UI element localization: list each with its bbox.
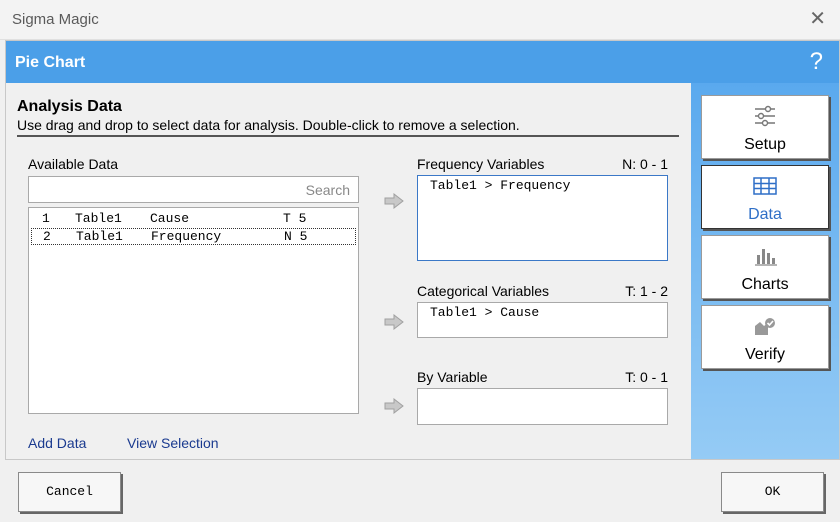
nav-setup-label: Setup (744, 136, 786, 153)
section-title: Analysis Data (17, 98, 122, 115)
dialog-title: Pie Chart (15, 54, 86, 71)
item-table: Table1 (75, 211, 122, 226)
item-name: Cause (150, 211, 190, 226)
nav-data-button[interactable]: Data (701, 165, 829, 229)
frequency-variables-box[interactable]: Table1 > Frequency (417, 175, 668, 261)
item-index: 1 (42, 211, 50, 226)
dialog-frame: Pie Chart ? Analysis Data Use drag and d… (5, 40, 840, 460)
by-variable-limit: T: 0 - 1 (625, 369, 668, 385)
list-item[interactable]: 1 Table1 Cause T 5 (31, 211, 356, 228)
nav-data-label: Data (748, 206, 782, 223)
item-type: T 5 (283, 211, 307, 226)
by-variable-box[interactable] (417, 388, 668, 425)
frequency-label: Frequency Variables (417, 156, 545, 172)
sidebar: Setup Data Charts Verify (691, 83, 839, 459)
by-variable-label: By Variable (417, 369, 488, 385)
item-table: Table1 (76, 229, 123, 244)
ok-button[interactable]: OK (721, 472, 824, 512)
categorical-limit: T: 1 - 2 (625, 283, 668, 299)
categorical-label: Categorical Variables (417, 283, 550, 299)
available-data-label: Available Data (28, 156, 119, 172)
section-divider (17, 135, 679, 137)
window-title: Sigma Magic (12, 11, 99, 28)
search-input[interactable]: Search (28, 176, 359, 203)
main-panel: Analysis Data Use drag and drop to selec… (6, 83, 691, 459)
nav-charts-label: Charts (741, 276, 789, 293)
dialog-header: Pie Chart ? (6, 41, 839, 83)
item-index: 2 (43, 229, 51, 244)
add-data-link[interactable]: Add Data (28, 435, 86, 451)
add-frequency-arrow-icon[interactable] (384, 193, 404, 209)
item-type: N 5 (284, 229, 308, 244)
section-description: Use drag and drop to select data for ana… (17, 117, 520, 133)
window-titlebar: Sigma Magic ✕ (0, 0, 840, 40)
add-by-variable-arrow-icon[interactable] (384, 398, 404, 414)
cancel-button[interactable]: Cancel (18, 472, 121, 512)
table-icon (753, 177, 777, 195)
nav-setup-button[interactable]: Setup (701, 95, 829, 159)
close-icon[interactable]: ✕ (809, 8, 826, 30)
view-selection-link[interactable]: View Selection (127, 435, 219, 451)
bar-chart-icon (755, 249, 777, 266)
list-item[interactable]: 2 Table1 Frequency N 5 (31, 228, 356, 245)
frequency-limit: N: 0 - 1 (622, 156, 668, 172)
categorical-value: Table1 > Cause (430, 305, 540, 320)
nav-verify-button[interactable]: Verify (701, 305, 829, 369)
frequency-value: Table1 > Frequency (430, 178, 571, 193)
sliders-icon (755, 105, 775, 127)
help-icon[interactable]: ? (810, 48, 823, 76)
categorical-variables-box[interactable]: Table1 > Cause (417, 302, 668, 338)
nav-verify-label: Verify (744, 346, 785, 363)
nav-charts-button[interactable]: Charts (701, 235, 829, 299)
available-data-list[interactable]: 1 Table1 Cause T 5 2 Table1 Frequency N … (28, 207, 359, 414)
dialog-footer: Cancel OK (0, 461, 840, 522)
search-placeholder: Search (305, 182, 350, 198)
verify-icon (755, 318, 775, 335)
add-categorical-arrow-icon[interactable] (384, 314, 404, 330)
item-name: Frequency (151, 229, 222, 244)
